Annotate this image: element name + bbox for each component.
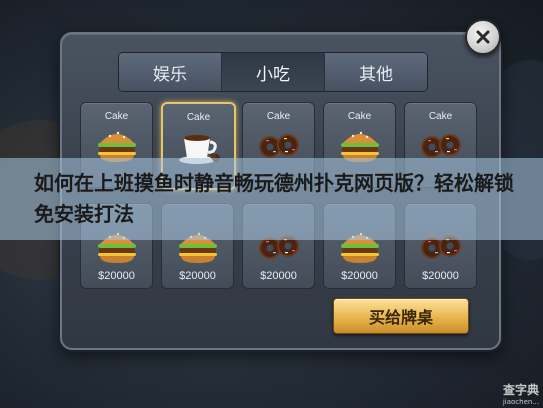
watermark-sub: jiaochen... [502, 398, 539, 406]
close-icon [476, 30, 490, 44]
item-name: Cake [428, 111, 453, 122]
item-name: Cake [266, 111, 291, 122]
tab-snacks[interactable]: 小吃 [222, 53, 325, 91]
banner-title: 如何在上班摸鱼时静音畅玩德州扑克网页版？轻松解锁免安装打法 [34, 171, 514, 226]
item-price: $20000 [341, 270, 378, 282]
buy-for-table-button[interactable]: 买给牌桌 [333, 298, 469, 334]
tab-entertainment[interactable]: 娱乐 [119, 53, 222, 91]
item-price: $20000 [422, 270, 459, 282]
item-name: Cake [347, 111, 372, 122]
tab-other[interactable]: 其他 [325, 53, 427, 91]
item-name: Cake [186, 112, 211, 123]
item-name: Cake [104, 111, 129, 122]
watermark-main: 查字典 [502, 383, 539, 397]
category-tabs: 娱乐 小吃 其他 [118, 52, 428, 92]
close-button[interactable] [465, 19, 501, 55]
item-price: $20000 [98, 270, 135, 282]
item-price: $20000 [179, 270, 216, 282]
overlay-banner: 如何在上班摸鱼时静音畅玩德州扑克网页版？轻松解锁免安装打法 [0, 158, 543, 240]
item-price: $20000 [260, 270, 297, 282]
watermark: 查字典 jiaochen... [503, 381, 539, 406]
